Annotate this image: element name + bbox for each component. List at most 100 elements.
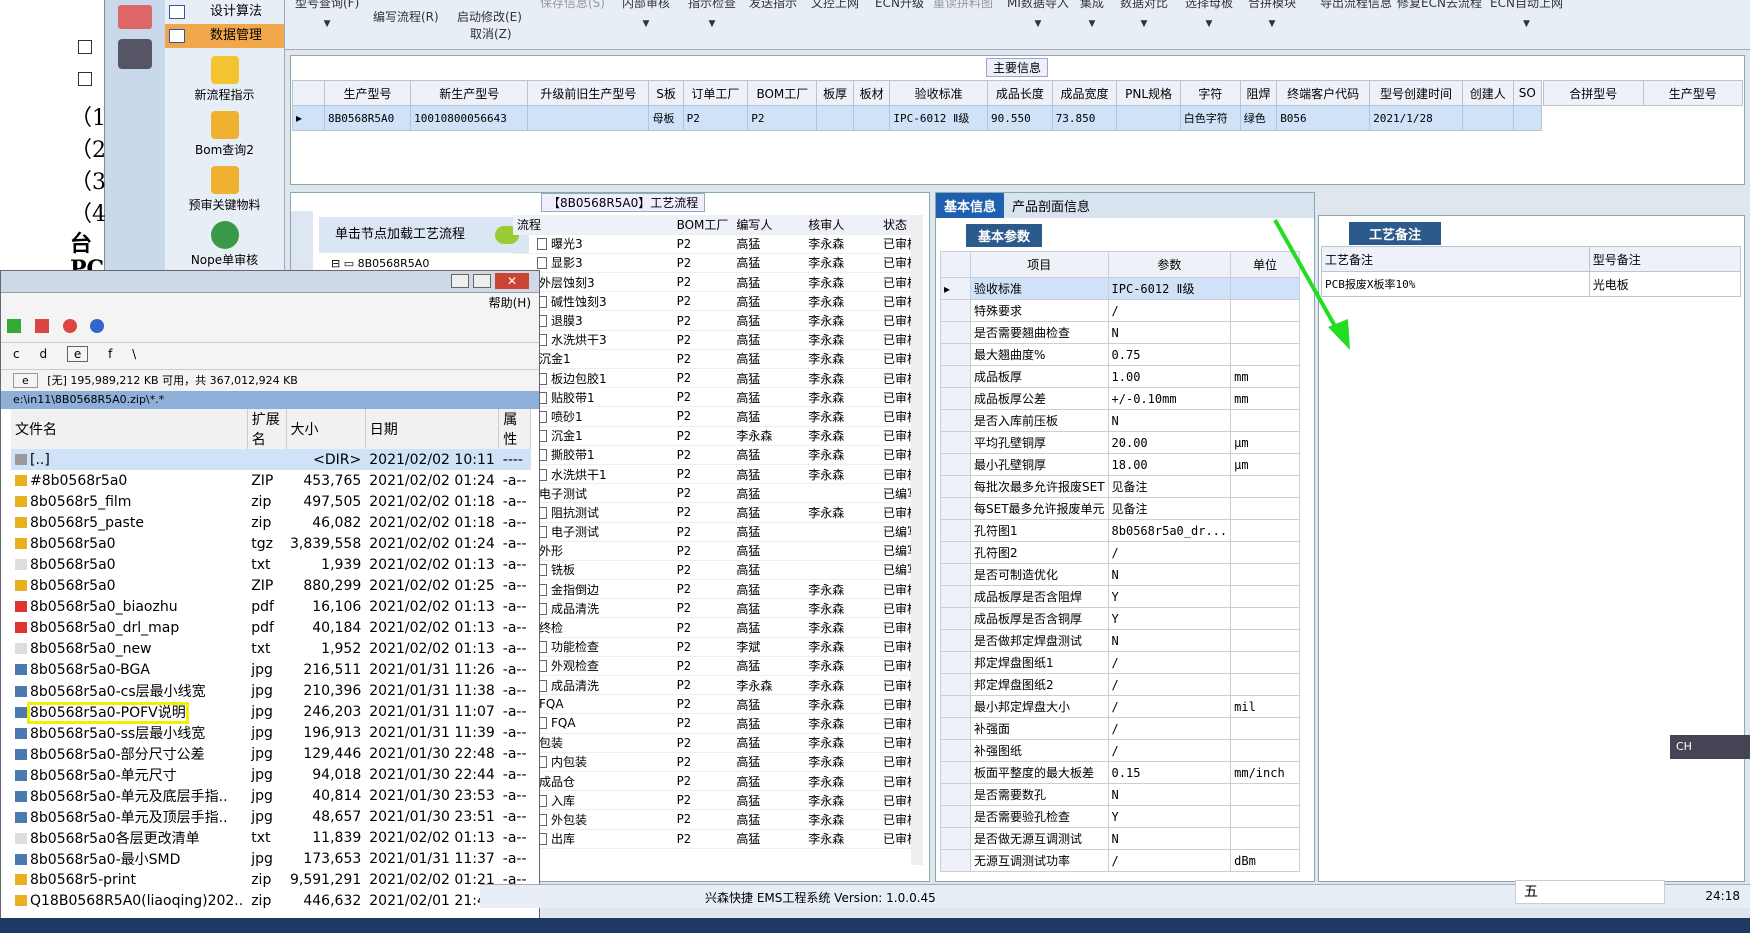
param-value[interactable]: 0.75 bbox=[1107, 343, 1232, 366]
flow-row[interactable]: 沉金1 P2 高猛 李永森 已审核 bbox=[513, 349, 913, 370]
flow-row[interactable]: 出库 P2 高猛 李永森 已审核 bbox=[513, 829, 913, 849]
param-row[interactable]: 成品板厚 1.00 mm bbox=[940, 365, 1300, 388]
tile-new-flow[interactable]: 新流程指示 bbox=[165, 56, 284, 103]
tab-process-remark[interactable]: 工艺备注 bbox=[1349, 222, 1442, 245]
flow-row[interactable]: 外观检查 P2 高猛 李永森 已审核 bbox=[513, 656, 913, 677]
toolbar-export-flow[interactable]: 导出流程信息 bbox=[1320, 0, 1392, 11]
toolbar-ecn-auto[interactable]: ECN自动上网 ▼ bbox=[1490, 0, 1563, 29]
param-row[interactable]: 成品板厚是否含铜厚 Y bbox=[940, 607, 1300, 630]
file-row[interactable]: 8b0568r5a0-POFV说明 jpg 246,203 2021/01/31 11… bbox=[11, 701, 531, 724]
tile-nope-review[interactable]: Nope单审核 bbox=[165, 221, 284, 268]
stop-icon[interactable] bbox=[62, 319, 77, 333]
param-value[interactable]: / bbox=[1107, 651, 1232, 674]
flow-row[interactable]: 包装 P2 高猛 李永森 已审核 bbox=[513, 733, 913, 753]
toolbar-send[interactable]: 发送指示 bbox=[749, 0, 797, 11]
param-value[interactable]: / bbox=[1107, 299, 1232, 322]
toolbar-edit-flow[interactable]: 编写流程(R) bbox=[373, 8, 439, 25]
param-row[interactable]: 成品板厚是否含阻焊 Y bbox=[940, 585, 1300, 608]
col-main[interactable]: SO bbox=[1512, 80, 1543, 106]
param-row[interactable]: 是否做邦定焊盘测试 N bbox=[940, 629, 1300, 652]
param-value[interactable]: 见备注 bbox=[1107, 475, 1232, 498]
param-value[interactable]: N bbox=[1107, 827, 1232, 850]
file-row[interactable]: 8b0568r5a0_drl_map pdf 40,184 2021/02/02 01… bbox=[11, 617, 531, 638]
flow-row[interactable]: 外形 P2 高猛 已编写 bbox=[513, 541, 913, 561]
col-main[interactable]: S板 bbox=[648, 80, 684, 106]
param-row[interactable]: 是否做无源互调测试 N bbox=[940, 827, 1300, 850]
param-row[interactable]: 补强面 / bbox=[940, 717, 1300, 740]
flow-row[interactable]: 退膜3 P2 高猛 李永森 已审核 bbox=[513, 310, 913, 331]
param-value[interactable]: 见备注 bbox=[1107, 497, 1232, 520]
col-filename[interactable]: 文件名 bbox=[11, 409, 248, 449]
drive-select[interactable]: e bbox=[13, 373, 38, 388]
checkbox-2[interactable] bbox=[78, 72, 92, 86]
maximize-button[interactable] bbox=[473, 274, 491, 288]
close-button[interactable]: ✕ bbox=[495, 273, 529, 289]
param-value[interactable]: 1.00 bbox=[1107, 365, 1232, 388]
param-value[interactable]: N bbox=[1107, 563, 1232, 586]
menu-item-data-management[interactable]: 数据管理 bbox=[165, 24, 284, 48]
col-main[interactable]: 升级前旧生产型号 bbox=[527, 80, 650, 106]
param-row[interactable]: 最小邦定焊盘大小 / mil bbox=[940, 695, 1300, 718]
col-main[interactable]: 订单工厂 bbox=[682, 80, 749, 106]
col-main[interactable]: BOM工厂 bbox=[747, 80, 818, 106]
info-icon[interactable] bbox=[90, 319, 105, 333]
param-row[interactable]: 是否入库前压板 N bbox=[940, 409, 1300, 432]
param-row[interactable]: 最小孔壁铜厚 18.00 μm bbox=[940, 453, 1300, 476]
col-status[interactable]: 状态 bbox=[878, 215, 913, 235]
col-date[interactable]: 日期 bbox=[365, 409, 500, 449]
col-reviewer[interactable]: 核审人 bbox=[804, 215, 879, 235]
col-main[interactable]: 生产型号 bbox=[323, 80, 412, 106]
param-value[interactable]: / bbox=[1107, 739, 1232, 762]
load-flow-hint[interactable]: 单击节点加载工艺流程 bbox=[319, 217, 529, 253]
ime-toolbar[interactable]: 五 bbox=[1515, 880, 1665, 904]
param-value[interactable]: 20.00 bbox=[1107, 431, 1232, 454]
flow-row[interactable]: 水洗烘干3 P2 高猛 李永森 已审核 bbox=[513, 330, 913, 350]
flow-row[interactable]: 终检 P2 高猛 李永森 已审核 bbox=[513, 617, 913, 638]
col-main[interactable]: 成品宽度 bbox=[1051, 80, 1118, 106]
factory-icon[interactable] bbox=[118, 5, 152, 29]
col-main[interactable]: 新生产型号 bbox=[410, 80, 529, 106]
param-row[interactable]: 孔符图1 8b0568r5a0_dr... bbox=[940, 519, 1300, 542]
col-merge-model[interactable]: 合拼型号 bbox=[1543, 80, 1644, 106]
param-value[interactable]: 8b0568r5a0_dr... bbox=[1107, 519, 1232, 542]
flow-row[interactable]: 贴胶带1 P2 高猛 李永森 已审核 bbox=[513, 387, 913, 408]
toolbar-integrate[interactable]: 集成 ▼ bbox=[1080, 0, 1104, 29]
flow-row[interactable]: 金指倒边 P2 高猛 李永森 已审核 bbox=[513, 579, 913, 600]
file-row[interactable]: 8b0568r5a0-部分尺寸公差 jpg 129,446 2021/01/30 22… bbox=[11, 743, 531, 764]
param-row[interactable]: 每SET最多允许报废单元 见备注 bbox=[940, 497, 1300, 520]
flow-row[interactable]: 入库 P2 高猛 李永森 已审核 bbox=[513, 790, 913, 811]
flow-scrollbar[interactable] bbox=[911, 215, 923, 865]
param-value[interactable]: / bbox=[1107, 695, 1232, 718]
param-row[interactable]: 无源互调测试功率 / dBm bbox=[940, 849, 1300, 872]
param-row[interactable]: 邦定焊盘图纸1/ bbox=[940, 651, 1300, 674]
toolbar-internal-review[interactable]: 内部审核 ▼ bbox=[622, 0, 670, 29]
ime-indicator[interactable]: CH bbox=[1670, 735, 1750, 759]
file-row[interactable]: 8b0568r5-print zip 9,591,291 2021/02/02 01:… bbox=[11, 869, 531, 890]
col-main[interactable]: 阻焊 bbox=[1239, 80, 1278, 106]
excel-icon[interactable] bbox=[7, 319, 21, 333]
drive-e[interactable]: e bbox=[66, 346, 89, 362]
file-row[interactable]: 8b0568r5a0各层更改清单 txt 11,839 2021/02/02 01:1… bbox=[11, 827, 531, 848]
toolbar-doc-online[interactable]: 文控上网 bbox=[811, 0, 859, 11]
param-value[interactable]: / bbox=[1107, 849, 1232, 872]
menu-item-design-algorithm[interactable]: 设计算法 bbox=[165, 0, 284, 24]
toolbox-icon[interactable] bbox=[118, 39, 152, 69]
checkbox-1[interactable] bbox=[78, 40, 92, 54]
file-row[interactable]: [..] <DIR> 2021/02/02 10:11 ---- bbox=[11, 449, 531, 470]
col-production-model[interactable]: 生产型号 bbox=[1642, 80, 1743, 106]
param-value[interactable]: Y bbox=[1107, 805, 1232, 828]
file-row[interactable]: Q18B0568R5A0(liaoqing)202.. zip 446,632 202… bbox=[11, 890, 531, 911]
toolbar-model-query[interactable]: 型号查询(F) ▼ bbox=[295, 0, 359, 29]
param-value[interactable]: +/-0.10mm bbox=[1107, 387, 1232, 410]
param-row[interactable]: 板面平整度的最大板差 0.15 mm/inch bbox=[940, 761, 1300, 784]
file-row[interactable]: 8b0568r5a0-ss层最小线宽 jpg 196,913 2021/01/31 1… bbox=[11, 722, 531, 743]
flow-row[interactable]: 成品清洗 P2 高猛 李永森 已审核 bbox=[513, 598, 913, 619]
col-main[interactable]: 成品长度 bbox=[987, 80, 1053, 106]
col-main[interactable]: 板厚 bbox=[816, 80, 854, 106]
param-value[interactable]: IPC-6012 Ⅱ级 bbox=[1107, 277, 1232, 300]
flow-row[interactable]: 铣板 P2 高猛 已编写 bbox=[513, 560, 913, 581]
col-size[interactable]: 大小 bbox=[286, 409, 366, 449]
flow-row[interactable]: 成品仓 P2 高猛 李永森 已审核 bbox=[513, 771, 913, 792]
param-row[interactable]: 补强图纸 / bbox=[940, 739, 1300, 762]
file-row[interactable]: 8b0568r5a0-单元及底层手指.. jpg 40,814 2021/01/30 … bbox=[11, 785, 531, 806]
